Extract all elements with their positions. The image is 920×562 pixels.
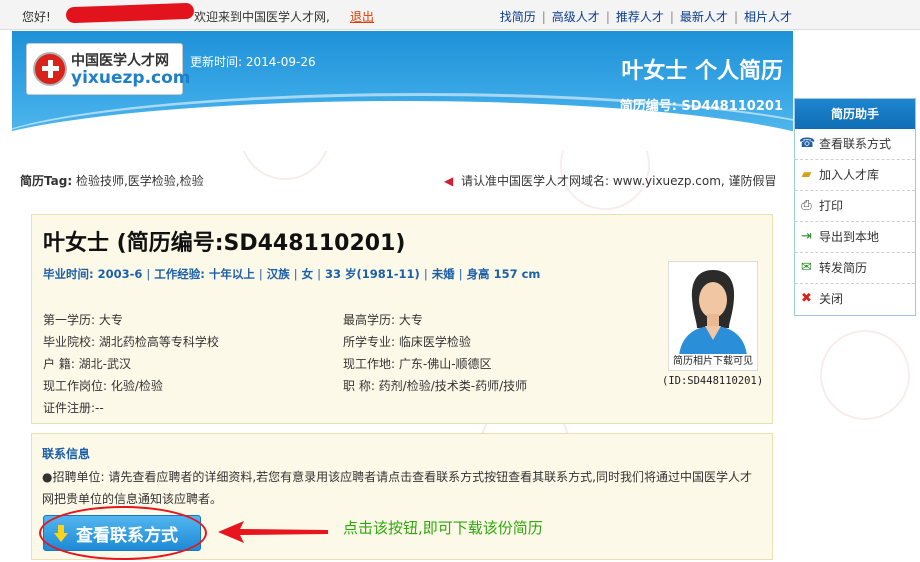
sidebar-item-label: 关闭 [819, 292, 844, 306]
phone-icon: ☎ [799, 136, 816, 151]
sidebar-item-close[interactable]: ✖ 关闭 [795, 284, 915, 315]
field-title: 职 称: 药剂/检验/技术类-药师/技师 [343, 379, 528, 393]
brief-info: 毕业时间: 2003-6 | 工作经验: 十年以上 | 汉族 | 女 | 33 岁(1981-1… [43, 261, 649, 287]
nav-separator: | [669, 10, 674, 24]
brief-ethnicity: 汉族 [266, 267, 290, 281]
field-hukou: 户 籍: 湖北-武汉 [43, 357, 132, 371]
candidate-photo: 简历相片下载可见 [668, 261, 758, 371]
field-highest-education: 最高学历: 大专 [343, 313, 423, 327]
nav-recommended-talent[interactable]: 推荐人才 [616, 10, 664, 24]
logo-en-text: yixuezp.com [71, 68, 191, 88]
header-title: 叶女士 个人简历 [621, 59, 783, 84]
speaker-icon: ◀ [444, 174, 454, 188]
sidebar-item-forward[interactable]: ✉ 转发简历 [795, 253, 915, 284]
brief-separator: | [317, 267, 321, 281]
nav-separator: | [733, 10, 738, 24]
sidebar-item-label: 导出到本地 [819, 230, 880, 244]
sidebar-item-print[interactable]: ⎙ 打印 [795, 191, 915, 222]
forward-icon: ✉ [801, 260, 812, 275]
sidebar-item-label: 转发简历 [819, 261, 868, 275]
avatar-placeholder-icon [679, 270, 747, 356]
brief-graduation: 毕业时间: 2003-6 [43, 267, 143, 281]
brief-separator: | [293, 267, 298, 281]
header-resume-number: 简历编号: SD448110201 [619, 99, 783, 114]
sidebar-item-label: 查看联系方式 [819, 137, 892, 151]
brief-separator: | [423, 267, 428, 281]
brief-separator: | [458, 267, 463, 281]
brief-marital: 未婚 [431, 267, 455, 281]
sidebar-item-view-contact[interactable]: ☎ 查看联系方式 [795, 129, 915, 160]
domain-notice: ◀ 请认准中国医学人才网域名: www.yixuezp.com, 谨防假冒 [444, 172, 777, 189]
top-bar: 您好! 欢迎来到中国医学人才网, 退出 找简历 | 高级人才 | 推荐人才 | 最新人才 | 相… [0, 0, 920, 30]
resume-header: 中国医学人才网 yixuezp.com 更新时间: 2014-09-26 叶女士… [12, 31, 793, 151]
printer-icon: ⎙ [801, 198, 812, 213]
export-icon: ⇥ [801, 229, 812, 244]
resume-tags: 简历Tag: 检验技师,医学检验,检验 [20, 172, 204, 189]
download-hint: 点击该按钮,即可下载该份简历 [343, 519, 543, 537]
tags-value: 检验技师,医学检验,检验 [75, 174, 204, 188]
field-school: 毕业院校: 湖北药检高等专科学校 [43, 335, 219, 349]
medical-cross-icon [33, 52, 67, 86]
logout-link[interactable]: 退出 [350, 8, 374, 25]
sidebar-title: 简历助手 [795, 99, 915, 129]
resume-assistant-sidebar: 简历助手 ☎ 查看联系方式 ▰ 加入人才库 ⎙ 打印 ⇥ 导出到本地 ✉ 转发简历 ✖ 关闭 [794, 98, 916, 316]
field-position: 现工作岗位: 化验/检验 [43, 379, 163, 393]
welcome-text: 欢迎来到中国医学人才网, [194, 10, 330, 24]
field-first-education: 第一学历: 大专 [43, 313, 123, 327]
candidate-name: 叶女士 (简历编号:SD448110201) [43, 231, 406, 256]
field-certificate: 证件注册:-- [43, 401, 104, 415]
update-time: 更新时间: 2014-09-26 [190, 55, 316, 69]
contact-title: 联系信息 [42, 447, 91, 461]
sidebar-item-label: 加入人才库 [819, 168, 880, 182]
view-contact-label: 查看联系方式 [76, 525, 178, 545]
site-logo[interactable]: 中国医学人才网 yixuezp.com [26, 43, 191, 95]
field-workplace: 现工作地: 广东-佛山-顺德区 [343, 357, 492, 371]
close-icon: ✖ [801, 291, 812, 306]
brief-age: 33 岁(1981-11) [325, 267, 420, 281]
notice-text: 请认准中国医学人才网域名: www.yixuezp.com, 谨防假冒 [461, 174, 777, 188]
nav-separator: | [541, 10, 546, 24]
nav-senior-talent[interactable]: 高级人才 [552, 10, 600, 24]
photo-resume-id: (ID:SD448110201) [662, 375, 764, 387]
pointer-arrow-icon [218, 521, 328, 543]
contact-instructions: ●招聘单位: 请先查看应聘者的详细资料,若您有意录用该应聘者请点击查看联系方式按… [42, 470, 752, 506]
contact-info-panel: 联系信息 ●招聘单位: 请先查看应聘者的详细资料,若您有意录用该应聘者请点击查看… [31, 433, 773, 560]
redacted-username [65, 2, 195, 24]
watermark-circle [820, 330, 910, 420]
sidebar-item-add-talent-pool[interactable]: ▰ 加入人才库 [795, 160, 915, 191]
nav-photo-talent[interactable]: 相片人才 [744, 10, 792, 24]
sidebar-item-export[interactable]: ⇥ 导出到本地 [795, 222, 915, 253]
nav-separator: | [605, 10, 610, 24]
nav-find-resume[interactable]: 找简历 [500, 10, 536, 24]
nav-latest-talent[interactable]: 最新人才 [680, 10, 728, 24]
field-major: 所学专业: 临床医学检验 [343, 335, 471, 349]
folder-icon: ▰ [801, 167, 812, 182]
top-nav: 找简历 | 高级人才 | 推荐人才 | 最新人才 | 相片人才 [500, 8, 792, 25]
tags-label: 简历Tag: [20, 174, 73, 188]
resume-basic-info: 叶女士 (简历编号:SD448110201) 毕业时间: 2003-6 | 工作经验… [31, 214, 773, 424]
view-contact-button[interactable]: 查看联系方式 [43, 515, 201, 551]
brief-experience: 工作经验: 十年以上 [154, 267, 255, 281]
photo-caption: 简历相片下载可见 [669, 354, 757, 370]
brief-gender: 女 [301, 267, 314, 281]
brief-height: 身高 157 cm [466, 267, 541, 281]
greeting-text: 您好! [22, 10, 51, 24]
sidebar-item-label: 打印 [819, 199, 844, 213]
logo-cn-text: 中国医学人才网 [71, 53, 169, 69]
download-arrow-icon [54, 525, 68, 542]
brief-separator: | [146, 267, 151, 281]
brief-separator: | [258, 267, 263, 281]
